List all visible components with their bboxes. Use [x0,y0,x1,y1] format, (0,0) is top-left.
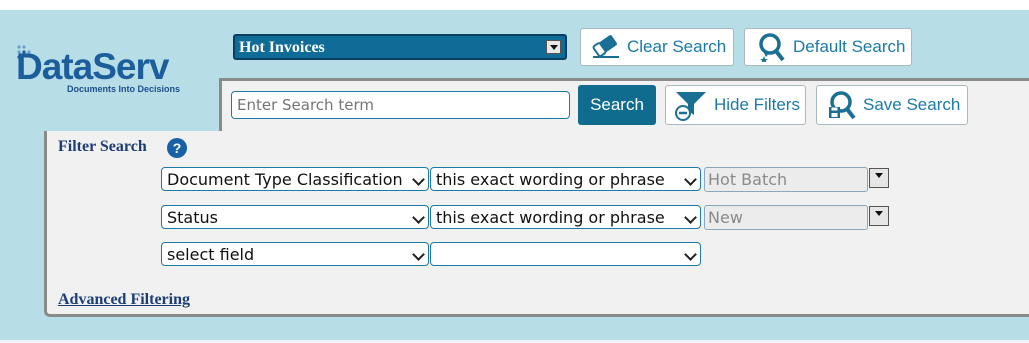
filter-field-select[interactable]: Document Type Classification [161,167,429,191]
save-search-icon [825,90,857,120]
filter-field-value: select field [167,245,255,264]
filter-operator-value: this exact wording or phrase [436,208,665,227]
search-button[interactable]: Search [578,85,656,125]
filter-field-value: Document Type Classification [167,170,403,189]
default-search-label: Default Search [793,37,906,56]
award-search-icon [753,32,787,62]
chevron-down-icon [412,173,425,186]
search-input[interactable] [231,91,570,119]
chevron-down-icon [684,211,697,224]
filter-operator-select[interactable]: this exact wording or phrase [430,205,701,229]
eraser-icon [589,35,621,59]
chevron-down-icon [684,173,697,186]
filter-value-input[interactable]: Hot Batch [704,167,868,192]
logo-tagline: Documents Into Decisions [67,84,181,94]
filter-field-select[interactable]: Status [161,205,429,229]
filter-field-select[interactable]: select field [161,242,429,266]
advanced-filtering-link[interactable]: Advanced Filtering [58,291,190,309]
filter-value-input[interactable]: New [704,205,868,230]
filter-operator-value: this exact wording or phrase [436,170,665,189]
save-search-button[interactable]: Save Search [816,85,968,125]
help-icon[interactable]: ? [167,138,187,158]
dropdown-arrow-icon [546,40,561,54]
dataserv-logo: DataServ Documents Into Decisions [16,44,206,104]
filter-field-value: Status [167,208,218,227]
top-strip [0,0,1029,10]
default-search-button[interactable]: Default Search [744,28,912,66]
saved-search-select[interactable]: Hot Invoices [233,34,567,60]
clear-search-label: Clear Search [627,37,727,56]
clear-search-button[interactable]: Clear Search [580,28,734,66]
filter-operator-select[interactable]: this exact wording or phrase [430,167,701,191]
filter-minus-icon [674,89,708,121]
filter-value-dropdown[interactable] [869,168,889,188]
save-search-label: Save Search [863,95,961,114]
chevron-down-icon [412,211,425,224]
filter-operator-select[interactable] [430,242,701,266]
hide-filters-label: Hide Filters [714,95,800,114]
chevron-down-icon [684,248,697,261]
chevron-down-icon [412,248,425,261]
hide-filters-button[interactable]: Hide Filters [665,85,806,125]
logo-brand: DataServ [16,46,169,87]
saved-search-value: Hot Invoices [239,39,325,56]
filter-search-title: Filter Search [58,138,147,155]
filter-value-dropdown[interactable] [869,206,889,226]
